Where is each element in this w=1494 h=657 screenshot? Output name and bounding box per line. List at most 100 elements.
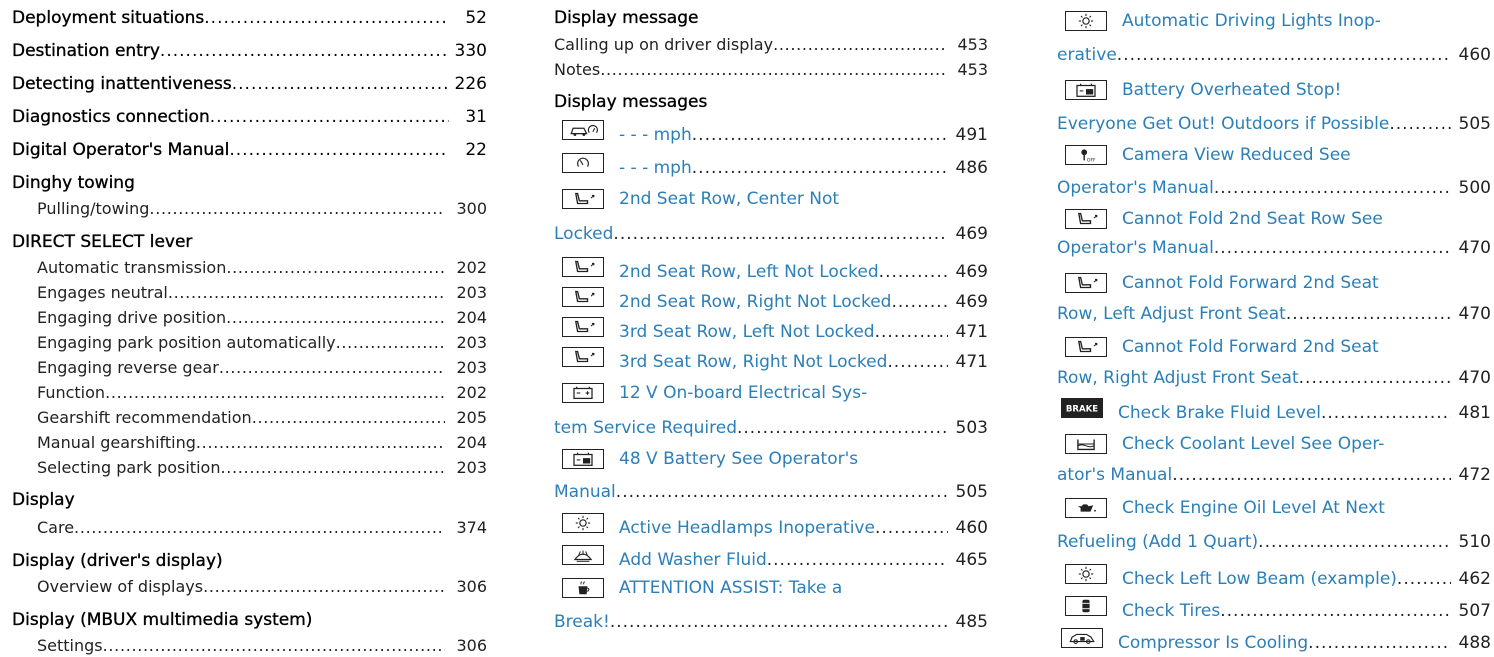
leader-dots bbox=[196, 433, 445, 452]
subentry-label: Engaging park position automatically bbox=[37, 333, 336, 352]
page-number: 203 bbox=[456, 458, 487, 477]
display-message-entry[interactable]: Active Headlamps Inoperative 460 bbox=[554, 513, 988, 538]
index-subentry[interactable]: Engages neutral 203 bbox=[12, 283, 487, 302]
display-message-entry[interactable]: Add Washer Fluid 465 bbox=[554, 545, 988, 570]
leader-dots bbox=[1214, 238, 1451, 258]
page-number: 505 bbox=[955, 482, 988, 502]
display-message-entry[interactable]: 2nd Seat Row, Left Not Locked 469 bbox=[554, 257, 988, 282]
page-number: 374 bbox=[456, 518, 487, 537]
page-number: 204 bbox=[456, 433, 487, 452]
index-subentry[interactable]: Notes 453 bbox=[554, 60, 988, 79]
subentry-label: Gearshift recommendation bbox=[37, 408, 252, 427]
washer-fluid-icon bbox=[562, 545, 604, 565]
message-text: tem Service Required bbox=[554, 418, 737, 438]
message-continuation: Locked 469 bbox=[554, 224, 988, 244]
message-text: Operator's Manual bbox=[1057, 238, 1214, 258]
display-message-entry[interactable]: OFF Camera View Reduced See bbox=[1057, 145, 1491, 165]
index-subentry[interactable]: Calling up on driver display 453 bbox=[554, 35, 988, 54]
subentry-label: Settings bbox=[37, 636, 103, 655]
display-message-entry[interactable]: 12 V On-board Electrical Sys- bbox=[554, 383, 988, 403]
index-subentry[interactable]: Settings 306 bbox=[12, 636, 487, 655]
display-message-entry[interactable]: Automatic Driving Lights Inop- bbox=[1057, 11, 1491, 31]
display-message-entry[interactable]: Check Engine Oil Level At Next bbox=[1057, 498, 1491, 518]
index-subentry[interactable]: Function 202 bbox=[12, 383, 487, 402]
page-number: 226 bbox=[454, 74, 487, 94]
seat-icon bbox=[562, 317, 604, 337]
page-number: 300 bbox=[456, 199, 487, 218]
index-entry[interactable]: Digital Operator's Manual 22 bbox=[12, 140, 487, 160]
display-message-entry[interactable]: Compressor Is Cooling 488 bbox=[1057, 628, 1491, 653]
display-message-entry[interactable]: BRAKE Check Brake Fluid Level 481 bbox=[1057, 398, 1491, 423]
leader-dots bbox=[74, 518, 445, 537]
display-message-entry[interactable]: Battery Overheated Stop! bbox=[1057, 80, 1491, 100]
index-subentry[interactable]: Engaging drive position 204 bbox=[12, 308, 487, 327]
message-continuation: Break! 485 bbox=[554, 612, 988, 632]
leader-dots bbox=[773, 35, 946, 54]
page-number: 203 bbox=[456, 333, 487, 352]
message-text: Compressor Is Cooling bbox=[1118, 633, 1309, 653]
coffee-cup-icon bbox=[562, 578, 604, 598]
leader-dots bbox=[226, 258, 445, 277]
index-subentry[interactable]: Care 374 bbox=[12, 518, 487, 537]
message-continuation: Operator's Manual 470 bbox=[1057, 238, 1491, 258]
subentry-label: Calling up on driver display bbox=[554, 35, 774, 54]
index-subentry[interactable]: Engaging reverse gear 203 bbox=[12, 358, 487, 377]
subentry-label: Function bbox=[37, 383, 106, 402]
page-number: 202 bbox=[456, 258, 487, 277]
display-message-entry[interactable]: Cannot Fold 2nd Seat Row See bbox=[1057, 209, 1491, 229]
leader-dots bbox=[252, 408, 445, 427]
page-number: 203 bbox=[456, 283, 487, 302]
index-entry[interactable]: Detecting inattentiveness 226 bbox=[12, 74, 487, 94]
leader-dots bbox=[1389, 114, 1451, 134]
index-heading: Display bbox=[12, 490, 487, 510]
index-subentry[interactable]: Selecting park position 203 bbox=[12, 458, 487, 477]
display-message-entry[interactable]: 3rd Seat Row, Left Not Locked 471 bbox=[554, 317, 988, 342]
display-message-entry[interactable]: 2nd Seat Row, Right Not Locked 469 bbox=[554, 287, 988, 312]
index-subentry[interactable]: Overview of displays 306 bbox=[12, 577, 487, 596]
page-number: 306 bbox=[456, 577, 487, 596]
index-entry[interactable]: Diagnostics connection 31 bbox=[12, 107, 487, 127]
index-subentry[interactable]: Engaging park position automatically 203 bbox=[12, 333, 487, 352]
index-subentry[interactable]: Gearshift recommendation 205 bbox=[12, 408, 487, 427]
message-text: Operator's Manual bbox=[1057, 178, 1214, 198]
page-number: 470 bbox=[1458, 304, 1491, 324]
tire-icon bbox=[1065, 596, 1107, 616]
display-message-entry[interactable]: Check Tires 507 bbox=[1057, 596, 1491, 621]
display-message-entry[interactable]: - - - mph 486 bbox=[554, 153, 988, 178]
display-message-entry[interactable]: 3rd Seat Row, Right Not Locked 471 bbox=[554, 347, 988, 372]
display-message-entry[interactable]: Cannot Fold Forward 2nd Seat bbox=[1057, 337, 1491, 357]
subentry-label: Notes bbox=[554, 60, 601, 79]
page-number: 486 bbox=[955, 158, 988, 178]
page-number: 203 bbox=[456, 358, 487, 377]
index-heading: Display message bbox=[554, 8, 988, 28]
message-text: Everyone Get Out! Outdoors if Possible bbox=[1057, 114, 1390, 134]
subentry-label: Manual gearshifting bbox=[37, 433, 196, 452]
page-number: 465 bbox=[955, 550, 988, 570]
index-subentry[interactable]: Pulling/towing 300 bbox=[12, 199, 487, 218]
leader-dots bbox=[613, 224, 948, 244]
index-entry[interactable]: Deployment situations 52 bbox=[12, 8, 487, 28]
seat-icon bbox=[562, 189, 604, 209]
display-message-entry[interactable]: 48 V Battery See Operator's bbox=[554, 449, 988, 469]
leader-dots bbox=[891, 292, 948, 312]
leader-dots bbox=[1258, 532, 1451, 552]
display-message-entry[interactable]: ATTENTION ASSIST: Take a bbox=[554, 578, 988, 598]
page-number: 460 bbox=[955, 518, 988, 538]
leader-dots bbox=[1172, 465, 1451, 485]
message-text: Locked bbox=[554, 224, 614, 244]
seat-icon bbox=[1065, 273, 1107, 293]
display-message-entry[interactable]: Cannot Fold Forward 2nd Seat bbox=[1057, 273, 1491, 293]
display-message-entry[interactable]: Check Coolant Level See Oper- bbox=[1057, 434, 1491, 454]
message-text: 3rd Seat Row, Right Not Locked bbox=[619, 352, 888, 372]
display-message-entry[interactable]: - - - mph 491 bbox=[554, 120, 988, 145]
index-term: Detecting inattentiveness bbox=[12, 74, 232, 94]
display-message-entry[interactable]: 2nd Seat Row, Center Not bbox=[554, 189, 988, 209]
leader-dots bbox=[220, 458, 445, 477]
index-subentry[interactable]: Automatic transmission 202 bbox=[12, 258, 487, 277]
index-entry[interactable]: Destination entry 330 bbox=[12, 41, 487, 61]
index-term: Digital Operator's Manual bbox=[12, 140, 230, 160]
index-subentry[interactable]: Manual gearshifting 204 bbox=[12, 433, 487, 452]
message-text: Automatic Driving Lights Inop- bbox=[1122, 11, 1381, 31]
message-text: Refueling (Add 1 Quart) bbox=[1057, 532, 1259, 552]
display-message-entry[interactable]: Check Left Low Beam (example) 462 bbox=[1057, 564, 1491, 589]
